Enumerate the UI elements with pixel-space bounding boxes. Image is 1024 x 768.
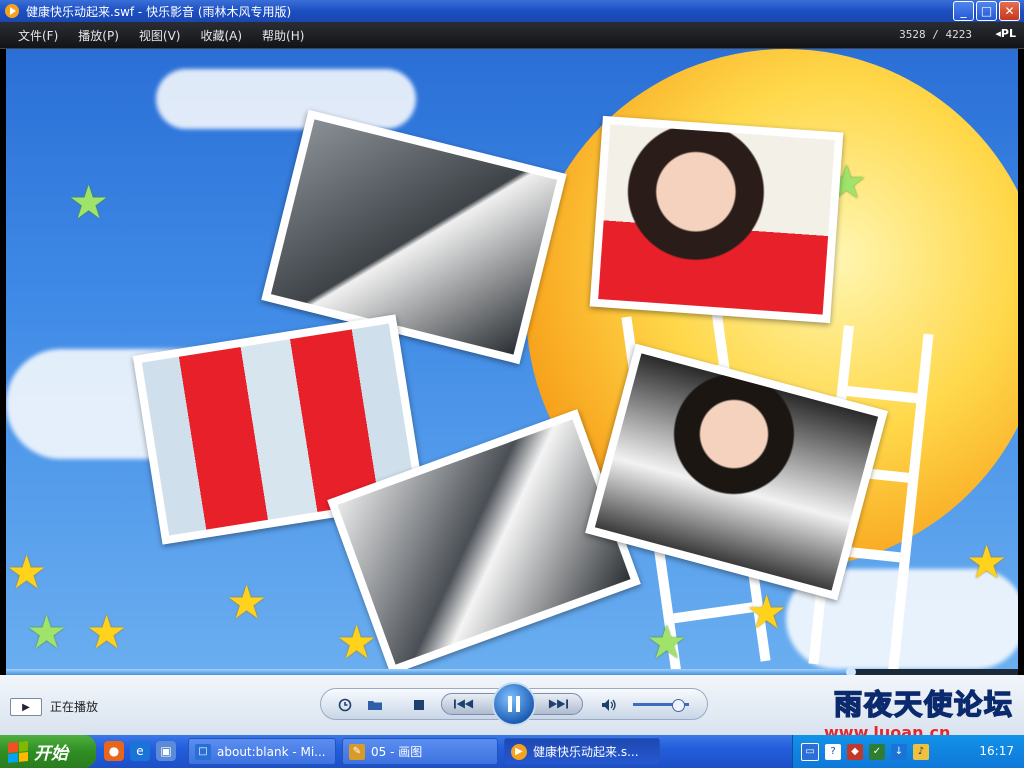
system-clock: 16:17 [979,744,1014,758]
volume-icon[interactable] [599,695,619,715]
cloud [156,69,416,129]
play-status-text: 正在播放 [50,700,99,714]
photo-frame [589,115,844,324]
menu-view[interactable]: 视图(V) [139,27,181,44]
task-label: 健康快乐动起来.s... [533,745,639,759]
pause-button[interactable] [492,682,536,726]
menu-help[interactable]: 帮助(H) [262,27,304,44]
photo-frame [261,109,567,365]
minimize-button[interactable]: _ [953,1,974,21]
show-desktop-icon[interactable]: ▣ [156,741,176,761]
menu-bar: 文件(F) 播放(P) 视图(V) 收藏(A) 帮助(H) 3528 / 422… [0,22,1024,49]
folder-icon[interactable] [365,695,385,715]
control-bar: ▶ 正在播放 雨夜天使论坛 www.luoan.cn [0,675,1024,742]
next-icon[interactable] [548,694,568,714]
system-tray: ▭ ? ◆ ✓ ↓ ♪ 16:17 [792,735,1024,768]
window-title: 健康快乐动起来.swf - 快乐影音 (雨林木风专用版) [26,4,292,19]
star-icon: ★ [6,545,48,599]
video-canvas[interactable]: ★ ★ ★ ★ ★ ★ ★ ★ ★ ★ [6,49,1018,669]
taskbar: 开始 ● e ▣ □ about:blank - Mi... ✎ 05 - 画图… [0,735,1024,768]
firefox-icon[interactable]: ● [104,741,124,761]
menu-favorites[interactable]: 收藏(A) [200,27,242,44]
close-button[interactable]: ✕ [999,1,1020,21]
volume-slider[interactable] [633,699,689,712]
frame-counter: 3528 / 4223 [899,28,972,41]
quick-launch: ● e ▣ [104,741,176,761]
star-icon: ★ [226,575,268,629]
playback-controls [320,682,708,726]
volume-tray-icon[interactable]: ♪ [913,743,929,760]
start-button[interactable]: 开始 [0,735,96,768]
clock-icon[interactable] [335,695,355,715]
paint-icon: ✎ [349,743,365,760]
player-app-icon [4,3,20,19]
title-bar[interactable]: 健康快乐动起来.swf - 快乐影音 (雨林木风专用版) _ □ ✕ [0,0,1024,22]
network-icon[interactable]: ▭ [801,742,819,761]
security-icon[interactable]: ✓ [869,743,885,760]
task-about-blank[interactable]: □ about:blank - Mi... [188,738,336,765]
start-label: 开始 [34,744,68,764]
task-paint[interactable]: ✎ 05 - 画图 [342,738,498,765]
star-icon: ★ [966,535,1008,589]
volume-handle[interactable] [671,699,685,712]
prev-icon[interactable] [454,694,474,714]
browser-window-icon: □ [195,743,211,760]
menu-play[interactable]: 播放(P) [78,27,119,44]
maximize-button[interactable]: □ [976,1,997,21]
play-status-icon: ▶ [10,698,42,716]
windows-logo-icon [8,740,28,763]
task-label: about:blank - Mi... [217,744,326,759]
star-icon: ★ [68,175,110,229]
menu-file[interactable]: 文件(F) [18,27,58,44]
star-icon: ★ [26,605,68,659]
forum-watermark: 雨夜天使论坛 www.luoan.cn [814,677,1015,742]
star-icon: ★ [336,615,378,669]
pause-icon [508,696,520,712]
playlist-label: PL [1000,27,1016,40]
watermark-text: 雨夜天使论坛 [833,687,1015,722]
help-icon[interactable]: ? [825,743,841,760]
star-icon: ★ [746,585,788,639]
playlist-button[interactable]: ◂PL [995,27,1016,40]
player-app-icon: ▶ [511,743,527,760]
task-label: 05 - 画图 [371,745,423,759]
star-icon: ★ [86,605,128,659]
ie-icon[interactable]: e [130,741,150,761]
star-icon: ★ [646,615,688,669]
task-player[interactable]: ▶ 健康快乐动起来.s... [504,738,660,765]
stop-icon[interactable] [409,695,429,715]
download-icon[interactable]: ↓ [891,743,907,760]
antivirus-icon[interactable]: ◆ [847,743,863,760]
